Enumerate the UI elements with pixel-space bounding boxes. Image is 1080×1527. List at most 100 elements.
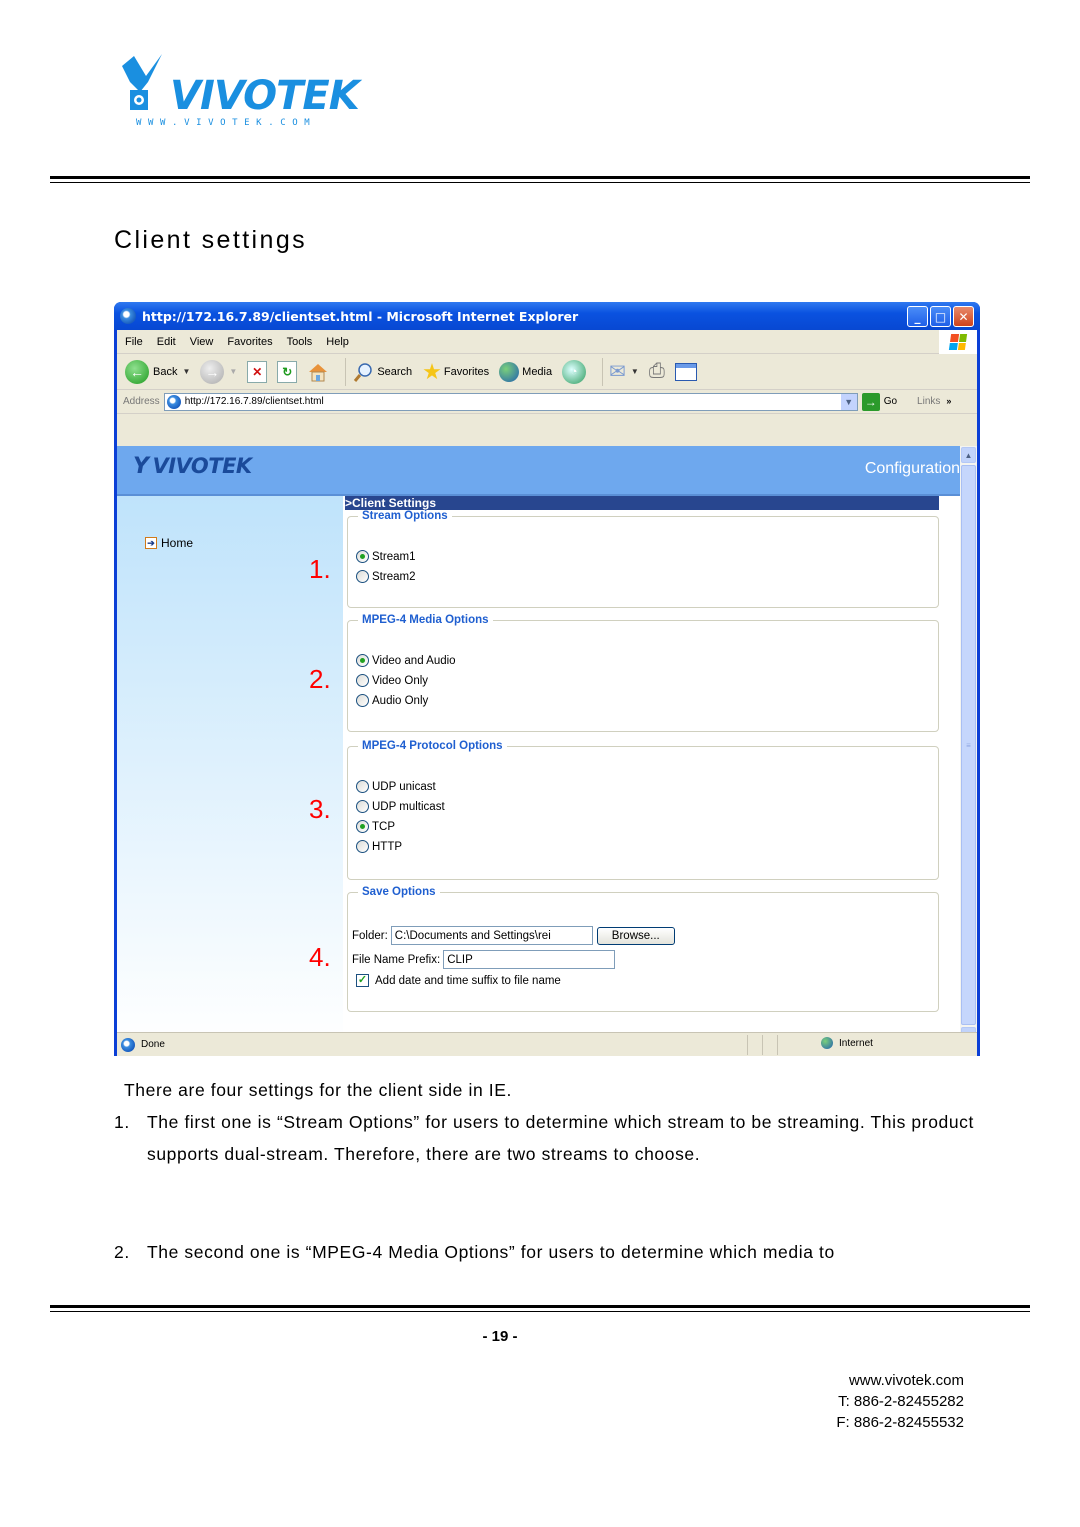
menu-tools[interactable]: Tools (287, 336, 313, 348)
refresh-button[interactable]: ↻ (277, 360, 298, 383)
media-label: Media (522, 365, 553, 378)
status-panels (747, 1035, 778, 1055)
address-dropdown-icon[interactable]: ▼ (840, 393, 857, 410)
page-icon (121, 1037, 135, 1052)
brand-url: WWW.VIVOTEK.COM (136, 118, 317, 128)
media-button[interactable]: Media (499, 361, 553, 382)
vertical-scrollbar[interactable]: ▲ ≡ ▼ (960, 446, 977, 1044)
scroll-thumb[interactable]: ≡ (961, 465, 976, 1025)
callout-2: 2. (309, 664, 331, 694)
printer-icon: ⎙ (648, 360, 665, 382)
media-options-group: MPEG-4 Media Options Video and Audio Vid… (347, 614, 939, 732)
radio-unselected-icon (356, 800, 369, 813)
forward-button[interactable]: → ▼ (200, 359, 238, 384)
contact-info: www.vivotek.com T: 886-2-82455282 F: 886… (836, 1370, 964, 1433)
home-button[interactable] (307, 361, 329, 383)
radio-stream2[interactable]: Stream2 (356, 570, 415, 583)
links-button[interactable]: Links » (917, 396, 951, 407)
radio-audio-only[interactable]: Audio Only (356, 694, 428, 707)
media-icon (499, 361, 520, 382)
vivotek-logo: VIVOTEK WWW.VIVOTEK.COM (118, 52, 360, 132)
search-button[interactable]: Search (352, 361, 412, 383)
stop-button[interactable]: ✕ (247, 360, 268, 383)
folder-input[interactable]: C:\Documents and Settings\rei (390, 926, 593, 945)
home-label: Home (161, 536, 194, 550)
main-content: >Client Settings Stream Options Stream1 … (345, 496, 960, 1044)
callout-4: 4. (309, 942, 331, 972)
back-label: Back (153, 365, 178, 378)
print-button[interactable]: ⎙ (649, 360, 665, 383)
menu-edit[interactable]: Edit (157, 336, 176, 348)
section-title: Client settings (114, 226, 308, 254)
brand-name: VIVOTEK (170, 73, 360, 119)
window-titlebar: http://172.16.7.89/clientset.html - Micr… (114, 302, 980, 330)
mail-button[interactable]: ✉ ▼ (609, 359, 639, 384)
mail-icon: ✉ (609, 361, 626, 383)
camera-logo-icon: Y (133, 454, 149, 479)
radio-selected-icon (356, 550, 369, 563)
radio-video-and-audio[interactable]: Video and Audio (356, 654, 456, 667)
radio-udp-multicast[interactable]: UDP multicast (356, 800, 445, 813)
scroll-up-icon[interactable]: ▲ (961, 447, 976, 463)
radio-unselected-icon (356, 570, 369, 583)
maximize-button[interactable]: □ (930, 306, 951, 327)
toolbar-separator (602, 357, 604, 386)
edit-icon (674, 362, 697, 381)
menu-favorites[interactable]: Favorites (227, 336, 272, 348)
back-button[interactable]: ← Back ▼ (125, 359, 190, 384)
menu-help[interactable]: Help (326, 336, 349, 348)
footer-divider (50, 1305, 1030, 1312)
close-button[interactable]: ✕ (953, 306, 974, 327)
favorites-button[interactable]: ★ Favorites (422, 358, 489, 384)
edit-button[interactable] (674, 362, 697, 381)
radio-udp-unicast[interactable]: UDP unicast (356, 780, 436, 793)
suffix-checkbox[interactable]: ✓ (356, 974, 369, 987)
address-input[interactable]: http://172.16.7.89/clientset.html ▼ (163, 392, 858, 411)
configuration-label: Configuration (864, 460, 960, 477)
globe-icon (821, 1037, 833, 1049)
arrow-right-icon: ➔ (145, 537, 157, 549)
star-icon: ★ (422, 358, 442, 384)
ie-icon (120, 308, 136, 324)
save-options-group: Save Options Folder: C:\Documents and Se… (347, 886, 939, 1012)
sidebar-item-home[interactable]: ➔ Home (145, 536, 193, 550)
radio-selected-icon (356, 654, 369, 667)
refresh-icon: ↻ (277, 360, 298, 383)
radio-unselected-icon (356, 840, 369, 853)
media-options-legend: MPEG-4 Media Options (362, 614, 489, 626)
links-label: Links (917, 396, 941, 407)
search-label: Search (377, 365, 413, 378)
minimize-button[interactable]: _ (907, 306, 928, 327)
home-icon (309, 363, 328, 381)
prefix-input[interactable]: CLIP (443, 950, 616, 969)
camera-logo-icon (122, 54, 162, 110)
browse-button[interactable]: Browse... (596, 926, 675, 945)
save-options-legend: Save Options (362, 886, 436, 898)
radio-http[interactable]: HTTP (356, 840, 402, 853)
radio-video-only[interactable]: Video Only (356, 674, 428, 687)
site-logo: Y VIVOTEK (133, 454, 252, 479)
callout-1: 1. (309, 554, 331, 584)
section-header: >Client Settings (345, 496, 939, 510)
stop-icon: ✕ (247, 360, 268, 383)
page-viewport: Y VIVOTEK Configuration ➔ Home 1. 2. 3. 4… (117, 446, 977, 1044)
fax: F: 886-2-82455532 (836, 1414, 964, 1431)
folder-row: Folder: C:\Documents and Settings\rei Br… (352, 926, 675, 945)
history-button[interactable]: ◔ (562, 359, 587, 384)
dropdown-arrow-icon: ▼ (229, 367, 238, 376)
status-text: Done (121, 1037, 165, 1052)
folder-label: Folder: (352, 929, 388, 942)
address-label: Address (123, 396, 160, 407)
radio-stream1[interactable]: Stream1 (356, 550, 415, 563)
menu-file[interactable]: File (125, 336, 143, 348)
radio-tcp[interactable]: TCP (356, 820, 395, 833)
phone: T: 886-2-82455282 (838, 1393, 964, 1410)
go-label: Go (883, 396, 898, 407)
toolbar: ← Back ▼ → ▼ ✕ ↻ Search ★ Favorites Medi… (117, 354, 977, 390)
stream-options-group: Stream Options Stream1 Stream2 (347, 510, 939, 608)
protocol-options-group: MPEG-4 Protocol Options UDP unicast UDP … (347, 740, 939, 880)
go-button[interactable]: → Go (861, 392, 898, 411)
ie-window: http://172.16.7.89/clientset.html - Micr… (114, 302, 980, 1056)
security-zone: Internet (821, 1037, 873, 1049)
menu-view[interactable]: View (190, 336, 214, 348)
